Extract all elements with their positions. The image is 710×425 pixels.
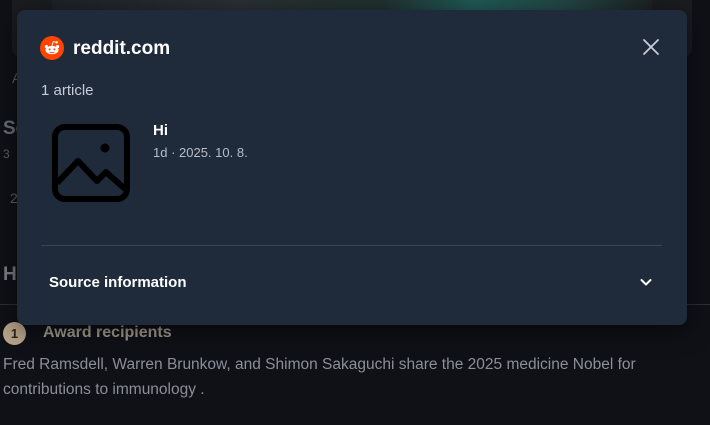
source-modal: reddit.com 1 article Hi 1d · 2025. 10. 8… [17, 10, 687, 325]
source-information-toggle[interactable]: Source information [41, 268, 662, 298]
page: A Sc 3 2 H 1 Award recipients Fred Ramsd… [0, 0, 710, 425]
background-section-heading: H [3, 264, 17, 285]
background-body-text: Fred Ramsdell, Warren Brunkow, and Shimo… [3, 356, 636, 398]
background-text-fragment: 3 [3, 147, 10, 161]
step-number-badge: 1 [3, 322, 26, 345]
award-recipients-heading: Award recipients [43, 324, 172, 341]
close-button[interactable] [638, 36, 664, 62]
reddit-logo-icon [40, 36, 64, 60]
article-thumbnail [41, 115, 141, 215]
source-title: reddit.com [73, 38, 171, 59]
divider [41, 245, 662, 246]
article-title[interactable]: Hi [153, 122, 168, 139]
article-item[interactable]: Hi 1d · 2025. 10. 8. [41, 115, 661, 220]
source-information-label: Source information [49, 274, 187, 291]
image-placeholder-icon [51, 123, 131, 208]
article-meta: 1d · 2025. 10. 8. [153, 145, 248, 160]
chevron-down-icon [638, 274, 654, 290]
close-icon [642, 38, 660, 61]
article-count: 1 article [41, 82, 94, 99]
